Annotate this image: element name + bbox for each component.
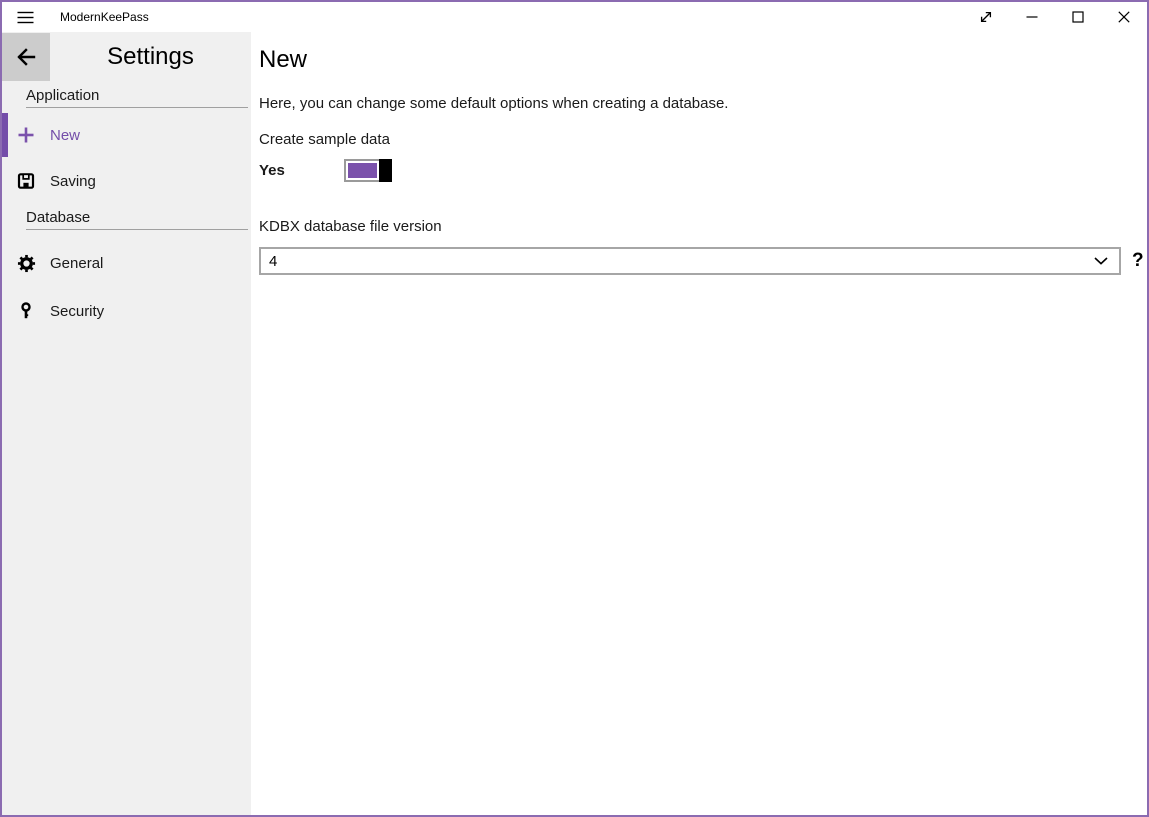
back-button[interactable] bbox=[2, 33, 50, 81]
key-icon bbox=[2, 302, 50, 320]
plus-icon bbox=[2, 126, 50, 144]
fullscreen-icon bbox=[979, 10, 993, 24]
sidebar-item-security[interactable]: Security bbox=[2, 288, 251, 334]
save-icon bbox=[2, 172, 50, 190]
sidebar-title: Settings bbox=[50, 33, 251, 81]
sidebar-item-label: General bbox=[50, 255, 103, 272]
combobox-selected-value: 4 bbox=[269, 253, 277, 270]
settings-sidebar: Settings Application New bbox=[2, 32, 251, 815]
create-sample-data-toggle[interactable] bbox=[344, 159, 392, 182]
sidebar-item-label: Security bbox=[50, 303, 104, 320]
kdbx-version-label: KDBX database file version bbox=[259, 218, 1147, 236]
toggle-knob[interactable] bbox=[379, 159, 392, 182]
kdbx-version-combobox[interactable]: 4 bbox=[259, 247, 1121, 275]
page-description: Here, you can change some default option… bbox=[259, 95, 1147, 113]
hamburger-icon bbox=[17, 11, 34, 24]
close-button[interactable] bbox=[1101, 2, 1147, 32]
sidebar-item-new[interactable]: New bbox=[2, 112, 251, 158]
fullscreen-button[interactable] bbox=[963, 2, 1009, 32]
toggle-fill bbox=[348, 163, 377, 178]
app-title: ModernKeePass bbox=[60, 10, 149, 24]
settings-content-pane: New Here, you can change some default op… bbox=[251, 32, 1147, 815]
create-sample-data-label: Create sample data bbox=[259, 131, 1147, 149]
titlebar[interactable]: ModernKeePass bbox=[2, 2, 1147, 32]
gear-icon bbox=[2, 254, 50, 273]
toggle-state-label: Yes bbox=[259, 162, 344, 179]
maximize-icon bbox=[1072, 11, 1084, 23]
close-icon bbox=[1118, 11, 1130, 23]
maximize-button[interactable] bbox=[1055, 2, 1101, 32]
sidebar-item-general[interactable]: General bbox=[2, 240, 251, 286]
app-window: ModernKeePass bbox=[0, 0, 1149, 817]
sidebar-item-label: New bbox=[50, 127, 80, 144]
sidebar-item-saving[interactable]: Saving bbox=[2, 158, 251, 204]
page-title: New bbox=[259, 44, 1147, 76]
section-label-application: Application bbox=[26, 88, 248, 108]
chevron-down-icon bbox=[1094, 257, 1108, 265]
back-arrow-icon bbox=[15, 46, 37, 68]
section-label-database: Database bbox=[26, 210, 248, 230]
help-button[interactable]: ? bbox=[1132, 247, 1144, 275]
hamburger-menu-button[interactable] bbox=[2, 2, 48, 32]
sidebar-item-label: Saving bbox=[50, 173, 96, 190]
minimize-button[interactable] bbox=[1009, 2, 1055, 32]
minimize-icon bbox=[1026, 11, 1038, 23]
